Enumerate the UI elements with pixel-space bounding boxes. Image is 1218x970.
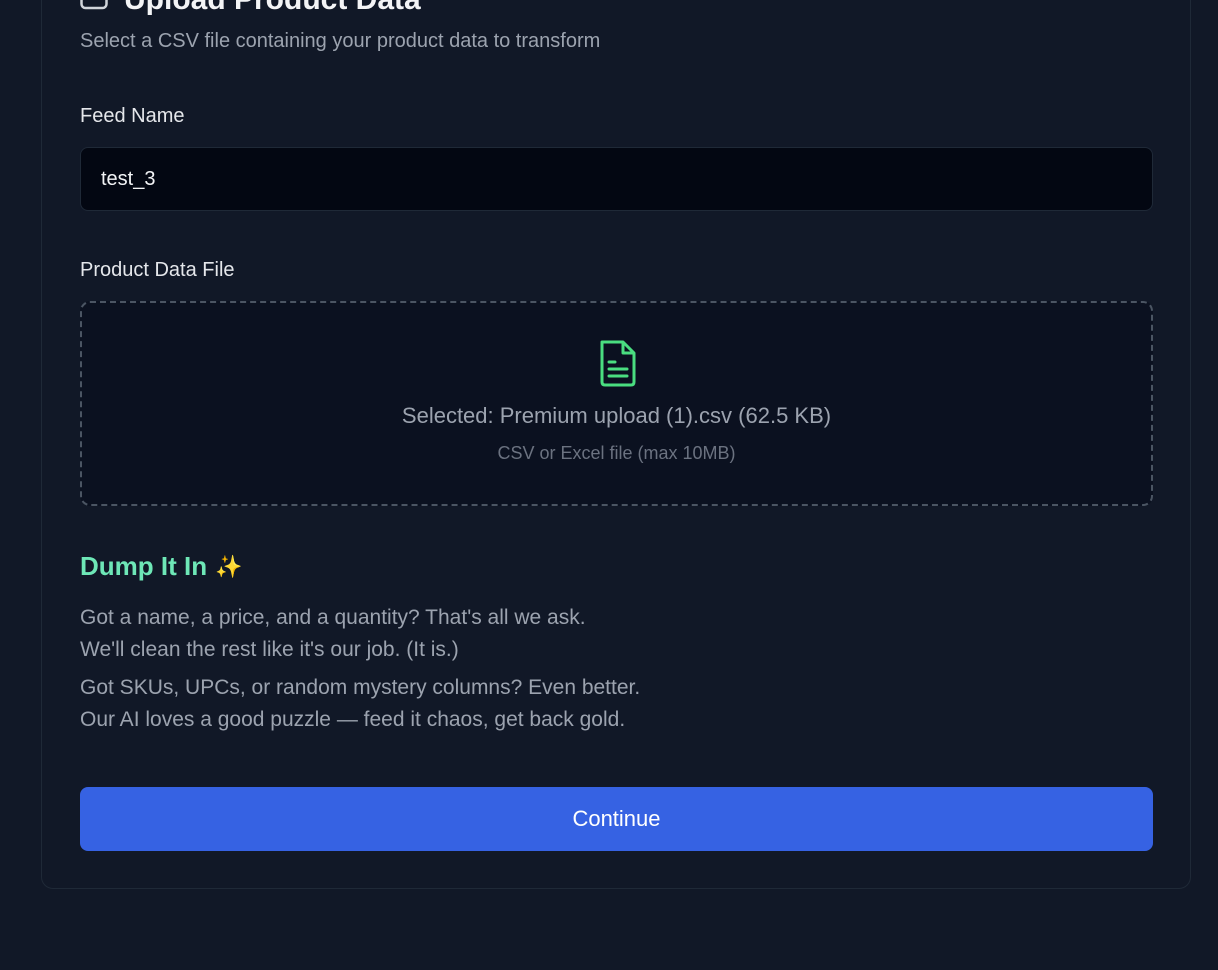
sparkles-icon: ✨: [215, 553, 243, 579]
page-title: Upload Product Data: [124, 0, 421, 15]
file-text-icon: [596, 338, 640, 388]
product-file-label: Product Data File: [80, 259, 235, 281]
info-line-4: Our AI loves a good puzzle — feed it cha…: [80, 708, 626, 731]
page-subtitle: Select a CSV file containing your produc…: [80, 30, 601, 52]
feed-name-label: Feed Name: [80, 105, 185, 127]
info-line-2: We'll clean the rest like it's our job. …: [80, 638, 459, 661]
continue-button[interactable]: Continue: [80, 787, 1153, 851]
selected-file-text: Selected: Premium upload (1).csv (62.5 K…: [401, 403, 832, 428]
title-row: Upload Product Data: [80, 0, 421, 15]
upload-box-icon: [80, 0, 108, 10]
feed-name-input[interactable]: [80, 147, 1153, 211]
info-line-3: Got SKUs, UPCs, or random mystery column…: [80, 676, 641, 699]
file-dropzone[interactable]: Selected: Premium upload (1).csv (62.5 K…: [80, 301, 1153, 506]
info-line-1: Got a name, a price, and a quantity? Tha…: [80, 606, 586, 629]
file-hint-text: CSV or Excel file (max 10MB): [497, 443, 736, 463]
info-heading: Dump It In ✨: [80, 551, 243, 582]
info-heading-text: Dump It In: [80, 551, 208, 581]
